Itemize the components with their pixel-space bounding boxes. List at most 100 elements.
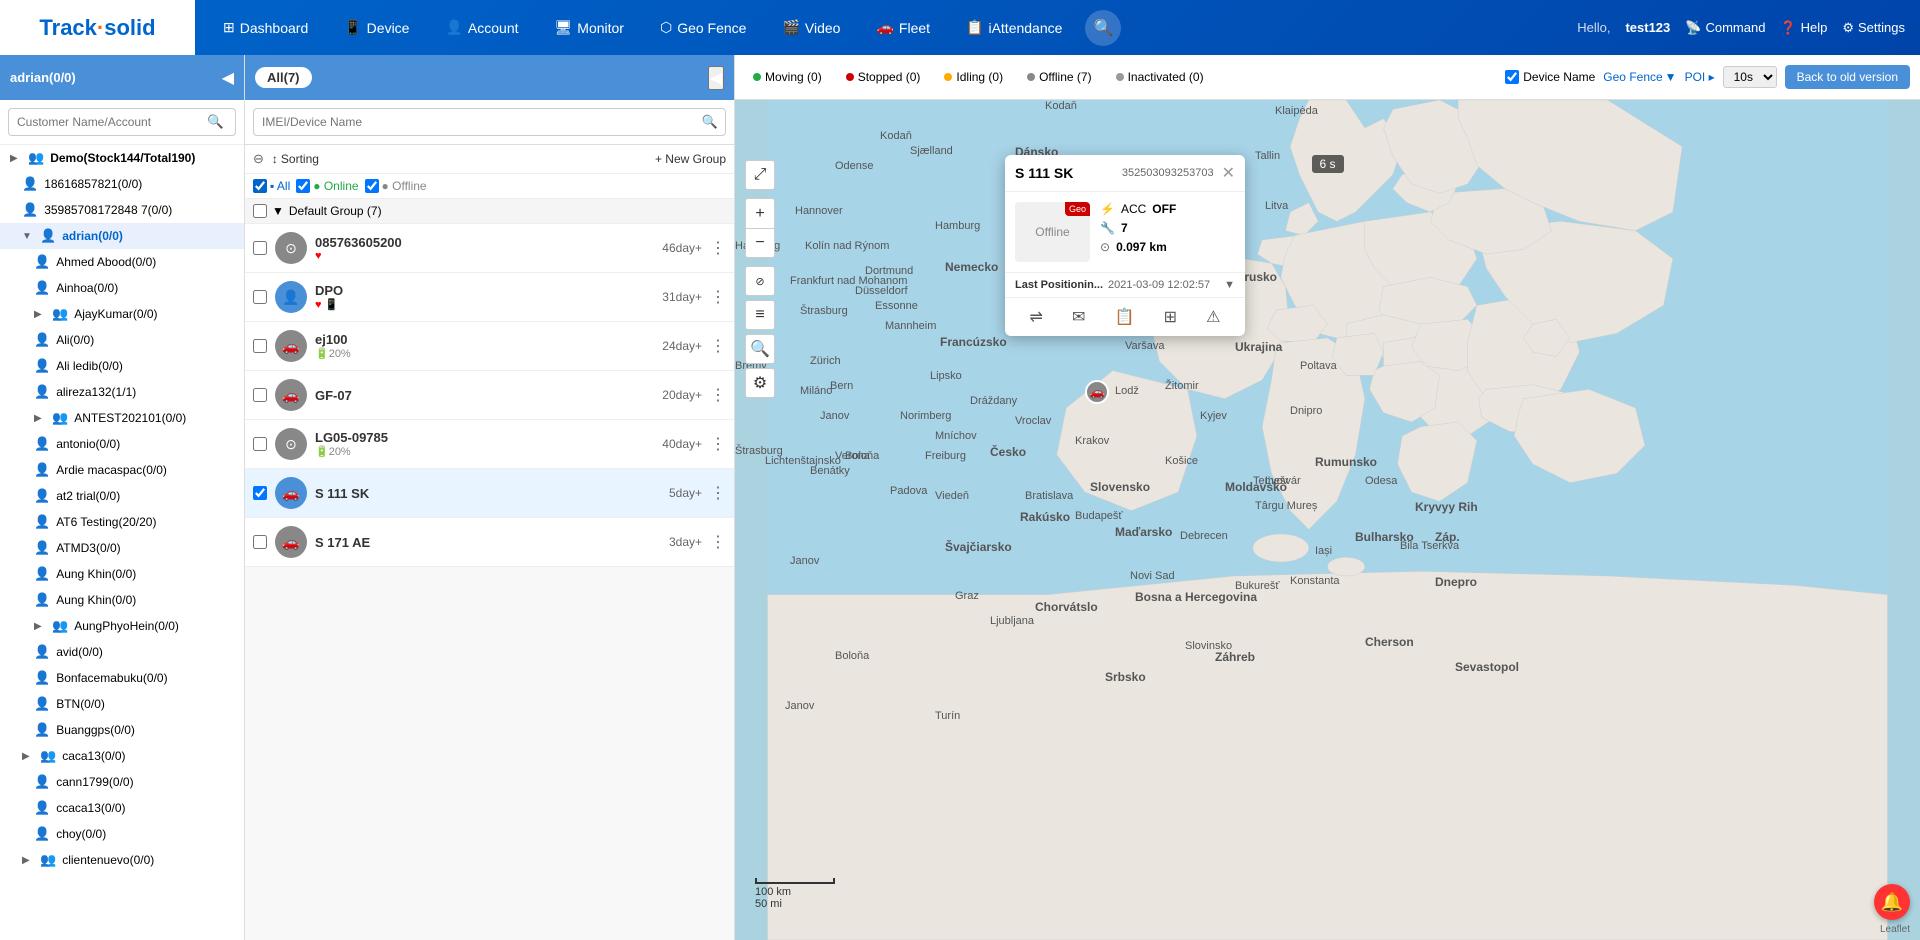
layers-button[interactable]: ≡ (745, 300, 775, 330)
tree-item-aungkhin2[interactable]: 👤 Aung Khin(0/0) (0, 587, 244, 613)
search-map-button[interactable]: 🔍 (745, 334, 775, 364)
tree-item-demo[interactable]: ▶ 👥 Demo(Stock144/Total190) (0, 145, 244, 171)
tree-item-atmd3[interactable]: 👤 ATMD3(0/0) (0, 535, 244, 561)
filter-offline-checkbox[interactable] (365, 179, 379, 193)
nav-geofence[interactable]: ⬡ Geo Fence (642, 0, 765, 55)
tree-item-bonface[interactable]: 👤 Bonfacemabuku(0/0) (0, 665, 244, 691)
tree-item-ajay[interactable]: ▶ 👥 AjayKumar(0/0) (0, 301, 244, 327)
device-checkbox[interactable] (253, 290, 267, 304)
tree-item-ardie[interactable]: 👤 Ardie macaspac(0/0) (0, 457, 244, 483)
tree-item-aungphyo[interactable]: ▶ 👥 AungPhyoHein(0/0) (0, 613, 244, 639)
tree-item-ainhoa[interactable]: 👤 Ainhoa(0/0) (0, 275, 244, 301)
route-button[interactable]: ⇌ (1024, 304, 1049, 330)
poi-button[interactable]: POI ▸ (1685, 70, 1715, 84)
filter-all[interactable]: ▪ All (253, 179, 290, 193)
fullscreen-button[interactable]: ⤢ (745, 160, 775, 190)
alert-button[interactable]: ⚠ (1200, 304, 1226, 330)
tree-arrow: ▶ (22, 855, 34, 866)
nav-fleet[interactable]: 🚗 Fleet (858, 0, 948, 55)
zoom-out-button[interactable]: − (745, 228, 775, 258)
device-checkbox[interactable] (253, 241, 267, 255)
nav-device[interactable]: 📱 Device (326, 0, 427, 55)
device-marker[interactable]: 🚗 (1085, 380, 1109, 404)
sorting-button[interactable]: ↕ Sorting (272, 152, 319, 166)
nav-settings[interactable]: ⚙ Settings (1842, 20, 1905, 36)
nav-iattendance[interactable]: 📋 iAttendance (948, 0, 1080, 55)
device-menu-button[interactable]: ⋮ (710, 287, 726, 307)
mileage-icon: ⊙ (1100, 240, 1110, 254)
tree-item-at6[interactable]: 👤 AT6 Testing(20/20) (0, 509, 244, 535)
popup-close-button[interactable]: ✕ (1222, 163, 1235, 183)
tree-item-clientenuevo[interactable]: ▶ 👥 clientenuevo(0/0) (0, 847, 244, 873)
new-group-button[interactable]: + New Group (655, 152, 726, 166)
device-menu-button[interactable]: ⋮ (710, 336, 726, 356)
device-icon: 🚗 (275, 526, 307, 558)
hide-icon-button[interactable]: ⊖ (253, 151, 264, 167)
device-name-checkbox[interactable] (1505, 70, 1519, 84)
nav-help[interactable]: ❓ Help (1780, 20, 1827, 36)
status-stopped: Stopped (0) (838, 67, 929, 87)
tree-item-adrian[interactable]: ▼ 👤 adrian(0/0) (0, 223, 244, 249)
sidebar-collapse-button[interactable]: ◀ (222, 68, 234, 88)
device-checkbox[interactable] (253, 339, 267, 353)
user-icon: 👤 (34, 384, 50, 400)
tree-item-antest[interactable]: ▶ 👥 ANTEST202101(0/0) (0, 405, 244, 431)
tree-item-ccaca13[interactable]: 👤 ccaca13(0/0) (0, 795, 244, 821)
group-checkbox[interactable] (253, 204, 267, 218)
notification-bell[interactable]: 🔔 (1874, 884, 1910, 920)
tree-item-at2[interactable]: 👤 at2 trial(0/0) (0, 483, 244, 509)
geo-fence-button[interactable]: Geo Fence ▼ (1603, 70, 1676, 84)
tree-item-ali-ledib[interactable]: 👤 Ali ledib(0/0) (0, 353, 244, 379)
filter-offline[interactable]: ● Offline (365, 179, 427, 193)
tree-item-aungkhin1[interactable]: 👤 Aung Khin(0/0) (0, 561, 244, 587)
tree-item-choy[interactable]: 👤 choy(0/0) (0, 821, 244, 847)
info-button[interactable]: 📋 (1109, 304, 1141, 330)
nav-search-button[interactable]: 🔍 (1085, 10, 1121, 46)
message-button[interactable]: ✉ (1066, 304, 1091, 330)
nav-monitor[interactable]: 🖥 Monitor (537, 0, 642, 55)
nav-video[interactable]: 🎬 Video (764, 0, 858, 55)
filter-online-checkbox[interactable] (296, 179, 310, 193)
device-menu-button[interactable]: ⋮ (710, 483, 726, 503)
nav-command[interactable]: 📡 Command (1685, 20, 1765, 36)
filter-all-checkbox[interactable] (253, 179, 267, 193)
filter-online[interactable]: ● Online (296, 179, 358, 193)
device-name-toggle[interactable]: Device Name (1505, 70, 1595, 84)
device-menu-button[interactable]: ⋮ (710, 434, 726, 454)
device-checkbox[interactable] (253, 486, 267, 500)
middle-collapse-button[interactable]: ◀ (708, 66, 724, 90)
sidebar-search-input[interactable] (8, 108, 236, 136)
grid-button[interactable]: ⊞ (1158, 304, 1183, 330)
interval-select[interactable]: 10s 30s 1m (1723, 66, 1777, 88)
tree-item-buang[interactable]: 👤 Buanggps(0/0) (0, 717, 244, 743)
device-menu-button[interactable]: ⋮ (710, 385, 726, 405)
nav-dashboard[interactable]: ⊞ Dashboard (205, 0, 326, 55)
device-checkbox[interactable] (253, 437, 267, 451)
zoom-in-button[interactable]: + (745, 198, 775, 228)
back-old-button[interactable]: Back to old version (1785, 65, 1910, 89)
logo[interactable]: Track·solid (0, 0, 195, 55)
tree-item-antonio[interactable]: 👤 antonio(0/0) (0, 431, 244, 457)
tree-label: clientenuevo(0/0) (62, 853, 234, 867)
tree-item-user2[interactable]: 👤 35985708172848 7(0/0) (0, 197, 244, 223)
device-menu-button[interactable]: ⋮ (710, 532, 726, 552)
nav-account[interactable]: 👤 Account (427, 0, 536, 55)
expand-icon[interactable]: ▼ (1224, 279, 1235, 291)
sidebar-search-button[interactable]: 🔍 (207, 114, 224, 130)
device-checkbox[interactable] (253, 388, 267, 402)
map-background[interactable]: Dánsko Kodaň Hamburg Berlín Nemecko Poľs… (735, 100, 1920, 940)
device-search-input[interactable] (253, 108, 726, 136)
tree-item-alireza[interactable]: 👤 alireza132(1/1) (0, 379, 244, 405)
tree-item-ahmed[interactable]: 👤 Ahmed Abood(0/0) (0, 249, 244, 275)
tree-item-cann1799[interactable]: 👤 cann1799(0/0) (0, 769, 244, 795)
tree-arrow: ▶ (34, 621, 46, 632)
tree-item-ali[interactable]: 👤 Ali(0/0) (0, 327, 244, 353)
tree-item-avid[interactable]: 👤 avid(0/0) (0, 639, 244, 665)
tree-item-btn[interactable]: 👤 BTN(0/0) (0, 691, 244, 717)
device-menu-button[interactable]: ⋮ (710, 238, 726, 258)
settings-map-button[interactable]: ⚙ (745, 368, 775, 398)
tree-item-caca13[interactable]: ▶ 👥 caca13(0/0) (0, 743, 244, 769)
device-checkbox[interactable] (253, 535, 267, 549)
select-tool-button[interactable]: ⊘ (745, 266, 775, 296)
tree-item-user1[interactable]: 👤 18616857821(0/0) (0, 171, 244, 197)
